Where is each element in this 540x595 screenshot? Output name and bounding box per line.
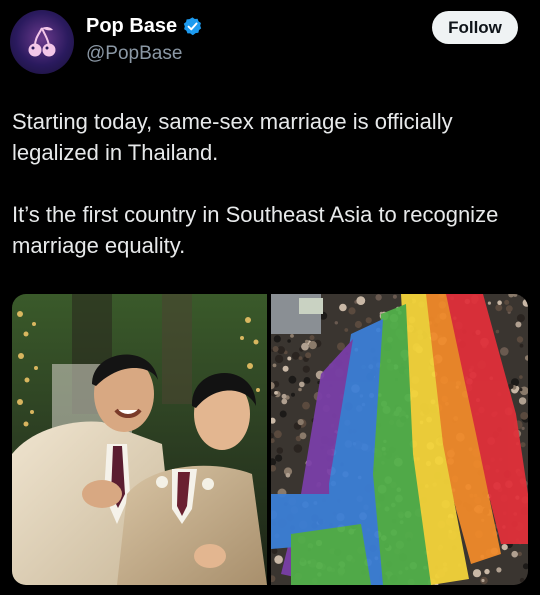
- author-name-row: Pop Base: [86, 15, 203, 38]
- media-photo-rainbow-flag[interactable]: [271, 294, 528, 585]
- display-name[interactable]: Pop Base: [86, 15, 177, 38]
- tweet-text: Starting today, same-sex marriage is off…: [12, 106, 512, 261]
- verified-badge-icon: [182, 16, 203, 37]
- tweet-card: Pop Base @PopBase Follow Starting today,…: [0, 0, 540, 595]
- handle[interactable]: @PopBase: [86, 43, 182, 65]
- follow-button[interactable]: Follow: [432, 11, 518, 44]
- tweet-paragraph: It’s the first country in Southeast Asia…: [12, 202, 499, 258]
- avatar[interactable]: [10, 10, 74, 74]
- cherries-icon: [28, 26, 56, 57]
- media-photo-couple[interactable]: [12, 294, 267, 585]
- tweet-paragraph: Starting today, same-sex marriage is off…: [12, 109, 453, 165]
- media-grid: [12, 294, 528, 585]
